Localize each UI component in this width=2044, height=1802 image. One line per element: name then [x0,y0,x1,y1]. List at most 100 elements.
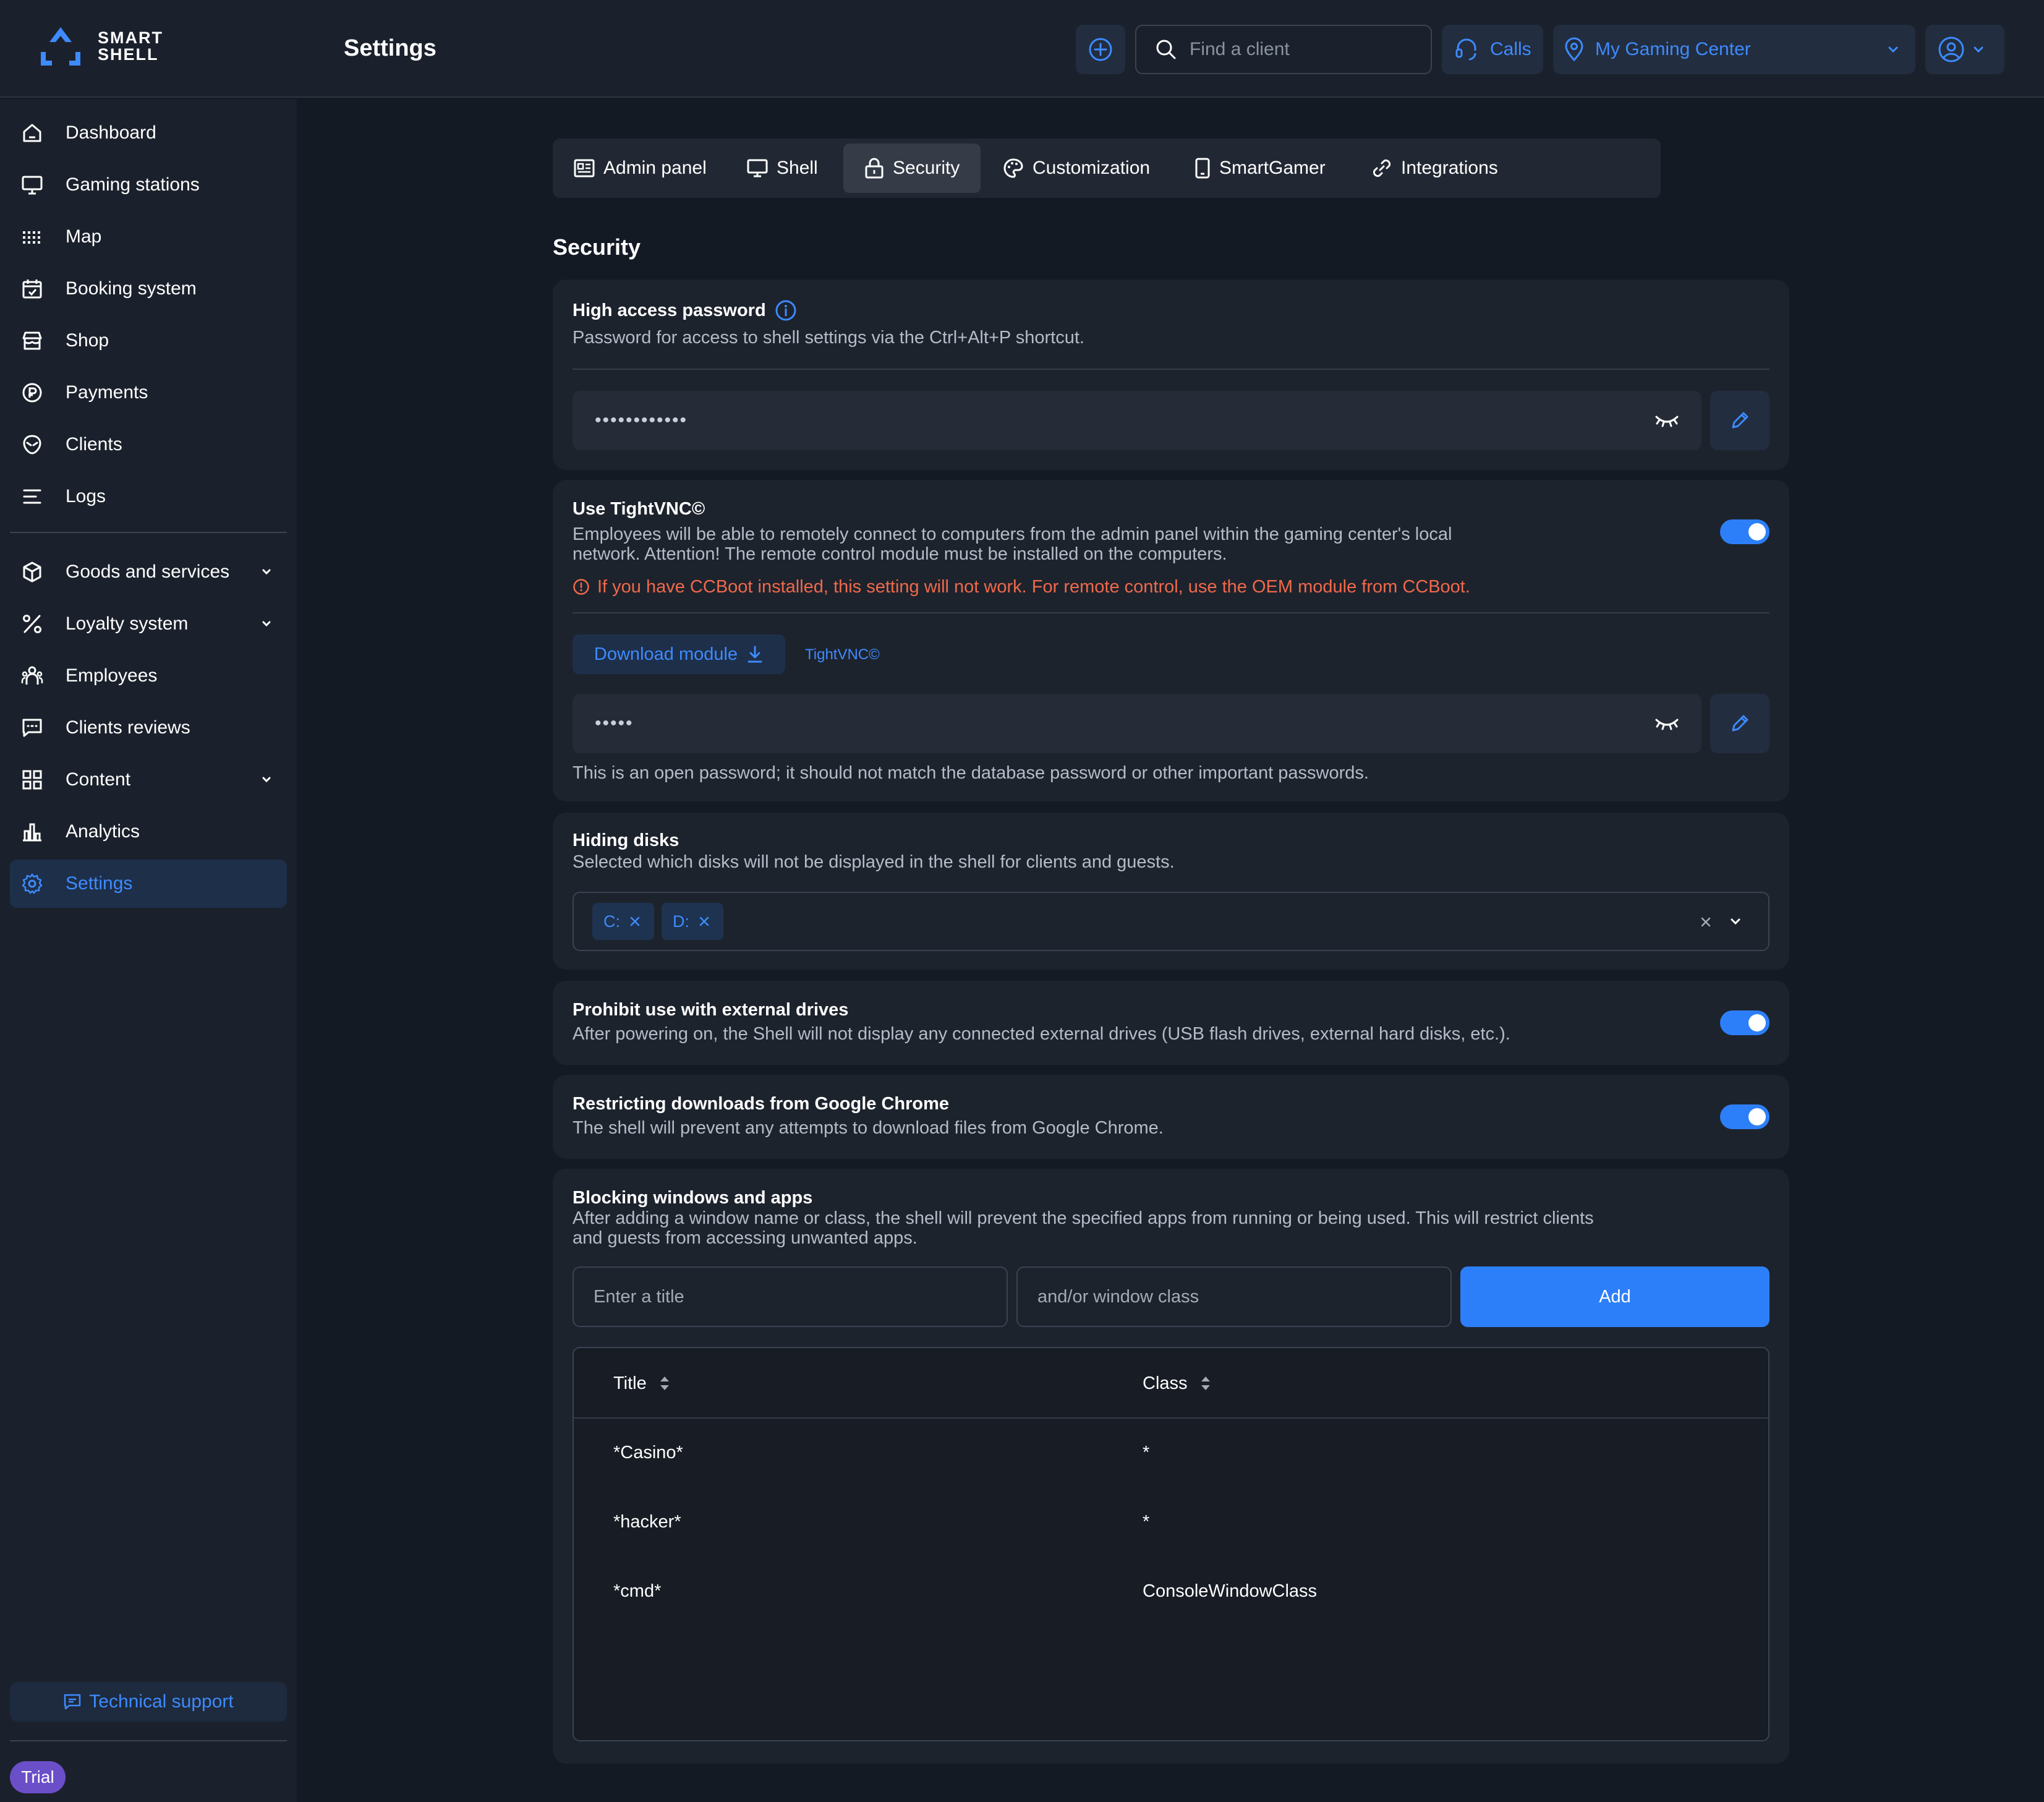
disk-tag-d[interactable]: D: [662,903,723,940]
calls-label: Calls [1490,39,1531,59]
chrome-downloads-toggle[interactable] [1720,1104,1769,1129]
info-icon[interactable] [775,299,797,322]
people-icon [21,666,43,685]
alien-icon [23,435,41,455]
window-class-input[interactable] [1016,1266,1452,1327]
tab-label: Security [893,158,960,178]
hiding-disks-card: Hiding disks Selected which disks will n… [553,813,1789,970]
sort-icon[interactable] [658,1373,671,1393]
sidebar-item-employees[interactable]: Employees [10,652,287,700]
sidebar-item-loyalty-system[interactable]: Loyalty system [10,600,287,648]
hiding-disks-description: Selected which disks will not be display… [573,852,1175,872]
pencil-icon [1732,715,1748,732]
sidebar-item-goods-and-services[interactable]: Goods and services [10,548,287,596]
sidebar-item-label: Payments [66,382,148,403]
tab-integrations[interactable]: Integrations [1350,143,1498,193]
tightvnc-description-line2: network. Attention! The remote control m… [573,544,1227,564]
external-drives-toggle[interactable] [1720,1010,1769,1035]
chrome-downloads-description: The shell will prevent any attempts to d… [573,1118,1164,1138]
search-input[interactable] [1190,39,1424,60]
high-access-password-field[interactable]: •••••••••••• [573,391,1701,450]
sidebar-item-map[interactable]: Map [10,213,287,261]
close-icon[interactable] [629,915,641,928]
chat-icon [22,719,42,737]
tightvnc-toggle[interactable] [1720,519,1769,544]
lock-icon [865,158,884,179]
tightvnc-description-line1: Employees will be able to remotely conne… [573,524,1452,544]
headset-icon [1455,38,1476,61]
monitor-icon [22,176,43,195]
card-title: High access password [573,299,797,322]
client-search[interactable] [1135,25,1432,74]
password-value: ••••• [595,713,634,733]
logo[interactable]: SMART SHELL [36,25,163,68]
user-menu-button[interactable] [1925,25,2004,74]
eye-closed-icon[interactable] [1654,413,1679,428]
sidebar-item-clients[interactable]: Clients [10,421,287,469]
blocked-apps-table: Title Class *Casino* * *hacker* * *cmd* … [573,1347,1769,1741]
tab-admin-panel[interactable]: Admin panel [553,143,707,193]
technical-support-button[interactable]: Technical support [10,1682,287,1722]
sidebar-item-clients-reviews[interactable]: Clients reviews [10,704,287,752]
chrome-downloads-card: Restricting downloads from Google Chrome… [553,1075,1789,1159]
monitor-icon [747,159,768,177]
sidebar-item-booking-system[interactable]: Booking system [10,265,287,313]
tab-label: Admin panel [603,158,707,178]
tab-security[interactable]: Security [843,143,981,193]
download-module-button[interactable]: Download module [573,634,785,674]
add-button[interactable]: Add [1460,1266,1769,1327]
sort-icon[interactable] [1199,1373,1212,1393]
phone-icon [1195,158,1210,179]
sidebar-item-logs[interactable]: Logs [10,472,287,521]
window-title-input[interactable] [573,1266,1008,1327]
table-row[interactable]: *Casino* * [574,1419,1768,1488]
column-header-title[interactable]: Title [613,1373,671,1394]
logo-text-bottom: SHELL [98,45,159,64]
tightvnc-title: Use TightVNC© [573,499,705,519]
sidebar-item-gaming-stations[interactable]: Gaming stations [10,161,287,209]
disk-multiselect[interactable]: C: D: [573,892,1769,951]
external-drives-title: Prohibit use with external drives [573,1000,849,1020]
tightvnc-link[interactable]: TightVNC© [805,647,880,663]
technical-support-label: Technical support [89,1691,234,1712]
high-access-description: Password for access to shell settings vi… [573,328,1084,348]
close-icon[interactable] [698,915,710,928]
column-header-label: Class [1143,1373,1188,1393]
search-icon [1156,40,1176,59]
section-title: Security [553,234,641,260]
blocking-description-line1: After adding a window name or class, the… [573,1208,1594,1228]
sidebar-item-label: Analytics [66,821,140,842]
trial-badge: Trial [10,1761,66,1793]
column-header-class[interactable]: Class [1143,1373,1212,1394]
sidebar-item-payments[interactable]: Payments [10,369,287,417]
eye-closed-icon[interactable] [1654,716,1679,731]
calls-button[interactable]: Calls [1442,25,1543,74]
card-divider [573,369,1769,370]
disk-tag-c[interactable]: C: [592,903,654,940]
sidebar-item-content[interactable]: Content [10,756,287,804]
sidebar-item-dashboard[interactable]: Dashboard [10,109,287,157]
sidebar-item-shop[interactable]: Shop [10,317,287,365]
edit-vnc-password-button[interactable] [1710,694,1769,753]
sidebar-item-label: Dashboard [66,122,156,143]
clear-icon[interactable] [1699,915,1713,929]
add-button[interactable] [1076,25,1125,74]
chevron-down-icon [262,569,271,575]
tab-smartgamer[interactable]: SmartGamer [1173,143,1326,193]
chevron-down-icon[interactable] [1729,918,1742,926]
blocking-title: Blocking windows and apps [573,1188,813,1208]
edit-password-button[interactable] [1710,391,1769,450]
external-drives-card: Prohibit use with external drives After … [553,981,1789,1065]
sidebar-item-analytics[interactable]: Analytics [10,808,287,856]
ccboot-warning: If you have CCBoot installed, this setti… [573,576,1470,597]
bar-chart-icon [23,823,41,842]
sidebar-item-settings[interactable]: Settings [10,860,287,908]
table-row[interactable]: *hacker* * [574,1488,1768,1557]
tab-shell[interactable]: Shell [726,143,818,193]
table-row[interactable]: *cmd* ConsoleWindowClass [574,1557,1768,1626]
tab-customization[interactable]: Customization [982,143,1150,193]
tightvnc-password-field[interactable]: ••••• [573,694,1701,753]
external-drives-description: After powering on, the Shell will not di… [573,1024,1510,1044]
location-select[interactable]: My Gaming Center [1553,25,1915,74]
cell-title: *cmd* [613,1581,662,1601]
